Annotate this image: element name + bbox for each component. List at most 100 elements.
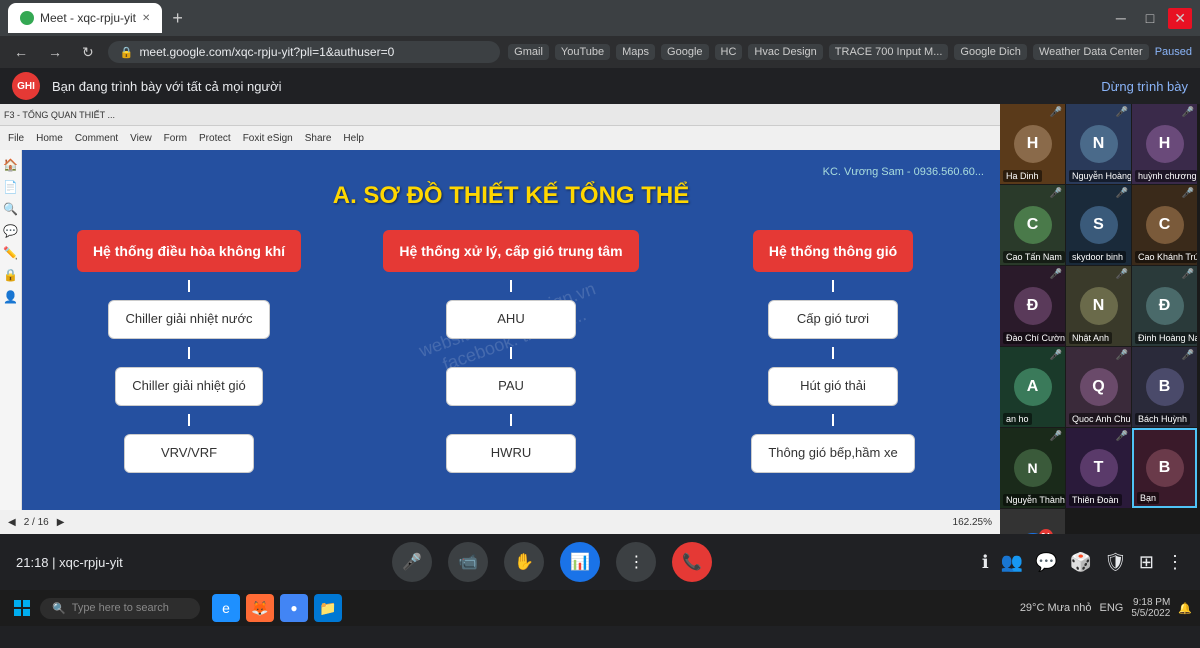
slide-title: A. SƠ ĐỒ THIẾT KẾ TỔNG THỂ xyxy=(38,182,984,210)
pdf-menu-comment[interactable]: Comment xyxy=(71,131,122,146)
grid-btn[interactable]: ⊞ xyxy=(1139,552,1154,573)
present-btn[interactable]: 📊 xyxy=(560,542,600,582)
meeting-sidebar-btns: ℹ 👥 💬 🎲 🛡 ⊞ ⋮ xyxy=(982,552,1184,573)
pdf-lock-icon[interactable]: 🔒 xyxy=(3,268,18,282)
pdf-bookmark-icon[interactable]: 📄 xyxy=(3,180,18,194)
name-thien-doan: Thiên Đoàn xyxy=(1069,494,1122,506)
group-avatar: H 34 xyxy=(1017,533,1049,534)
pdf-bottom-bar: ◀ 2 / 16 ▶ 162.25% xyxy=(0,510,1000,534)
taskbar-chrome[interactable]: ● xyxy=(280,594,308,622)
bookmark-google-dich[interactable]: Google Dich xyxy=(954,44,1027,60)
pdf-annotation-icon[interactable]: ✏️ xyxy=(3,246,18,260)
bookmark-youtube[interactable]: YouTube xyxy=(555,44,610,60)
pdf-filename: F3 - TỔNG QUAN THIẾT ... xyxy=(4,110,115,120)
name-quoc-anh: Quoc Anh Chu Đa... xyxy=(1069,413,1131,425)
taskbar-lang: ENG xyxy=(1100,602,1124,614)
col1-item1: Chiller giải nhiệt nước xyxy=(108,300,269,339)
forward-btn[interactable]: → xyxy=(42,42,68,62)
close-btn[interactable]: ✕ xyxy=(1168,8,1192,29)
pdf-sidebar: 🏠 📄 🔍 💬 ✏️ 🔒 👤 xyxy=(0,150,22,510)
participants-btn[interactable]: 👥 xyxy=(1001,552,1023,573)
taskbar-right: 29°C Mưa nhỏ ENG 9:18 PM 5/5/2022 🔔 xyxy=(1020,597,1192,619)
avatar-cao-tan-nam: C xyxy=(1014,206,1052,244)
more-btn[interactable]: ⋮ xyxy=(1166,552,1184,573)
taskbar-firefox[interactable]: 🦊 xyxy=(246,594,274,622)
reload-btn[interactable]: ↻ xyxy=(76,42,100,63)
video-cell-an-ho: A an ho 🎤 xyxy=(1000,347,1065,427)
bookmark-trace[interactable]: TRACE 700 Input M... xyxy=(829,44,949,60)
chat-btn[interactable]: 💬 xyxy=(1035,552,1057,573)
pdf-search-icon[interactable]: 🔍 xyxy=(3,202,18,216)
col3: Hệ thống thông gió Cấp gió tươi Hút gió … xyxy=(682,230,984,473)
more-options-btn[interactable]: ⋮ xyxy=(616,542,656,582)
search-icon: 🔍 xyxy=(52,602,66,615)
video-cell-huynh-chuong: H huỳnh chương 🎤 xyxy=(1132,104,1197,184)
end-call-btn[interactable]: 📞 xyxy=(672,542,712,582)
notification-bell[interactable]: 🔔 xyxy=(1178,602,1192,615)
page-info: 2 / 16 xyxy=(24,517,49,528)
main-content: F3 - TỔNG QUAN THIẾT ... File Home Comme… xyxy=(0,104,1200,534)
taskbar-left: 🔍 Type here to search e 🦊 ● 📁 xyxy=(8,594,342,622)
pdf-menu-protect[interactable]: Protect xyxy=(195,131,235,146)
diagram: Hệ thống điều hòa không khí Chiller giải… xyxy=(38,230,984,473)
meeting-controls: 🎤 📹 ✋ 📊 ⋮ 📞 xyxy=(392,542,712,582)
taskbar-weather: 29°C Mưa nhỏ xyxy=(1020,602,1092,614)
pdf-menu-form[interactable]: Form xyxy=(160,131,191,146)
tab-close-btn[interactable]: ✕ xyxy=(142,13,150,24)
mic-dao-chi-cuong: 🎤 xyxy=(1050,269,1062,280)
pdf-menu-home[interactable]: Home xyxy=(32,131,67,146)
taskbar-explorer[interactable]: 📁 xyxy=(314,594,342,622)
camera-toggle-btn[interactable]: 📹 xyxy=(448,542,488,582)
record-button[interactable]: GHI xyxy=(12,72,40,100)
prev-page-btn[interactable]: ◀ xyxy=(8,517,16,528)
name-nhat-anh: Nhật Anh xyxy=(1069,332,1112,344)
avatar-quoc-anh: Q xyxy=(1080,368,1118,406)
bookmark-maps[interactable]: Maps xyxy=(616,44,655,60)
video-row-2: C Cao Tấn Nam 🎤 S skydoor binh 🎤 C Cao K… xyxy=(1000,185,1200,265)
bookmark-google[interactable]: Google xyxy=(661,44,708,60)
browser-chrome: Meet - xqc-rpju-yit ✕ + ─ □ ✕ ← → ↻ 🔒 me… xyxy=(0,0,1200,68)
pdf-menu-view[interactable]: View xyxy=(126,131,156,146)
bookmark-hc[interactable]: HC xyxy=(715,44,743,60)
activities-btn[interactable]: 🎲 xyxy=(1070,552,1092,573)
mic-huynh-chuong: 🎤 xyxy=(1182,107,1194,118)
bookmark-hvac[interactable]: Hvac Design xyxy=(748,44,822,60)
name-skydoor: skydoor binh xyxy=(1069,251,1126,263)
minimize-btn[interactable]: ─ xyxy=(1110,8,1132,28)
emoji-btn[interactable]: ✋ xyxy=(504,542,544,582)
url-text: meet.google.com/xqc-rpju-yit?pli=1&authu… xyxy=(139,45,394,59)
pdf-menu-share[interactable]: Share xyxy=(301,131,336,146)
avatar-dao-chi-cuong: Đ xyxy=(1014,287,1052,325)
taskbar-search-box[interactable]: 🔍 Type here to search xyxy=(40,598,200,619)
pdf-menu-help[interactable]: Help xyxy=(339,131,368,146)
notification-bar: GHI Bạn đang trình bày với tất cả mọi ng… xyxy=(0,68,1200,104)
stop-presenting-btn[interactable]: Dừng trình bày xyxy=(1101,79,1188,94)
active-tab[interactable]: Meet - xqc-rpju-yit ✕ xyxy=(8,3,162,33)
new-tab-btn[interactable]: + xyxy=(166,8,189,29)
pdf-menu-file[interactable]: File xyxy=(4,131,28,146)
mic-bach-huynh: 🎤 xyxy=(1182,350,1194,361)
taskbar-edge[interactable]: e xyxy=(212,594,240,622)
bookmark-weather[interactable]: Weather Data Center xyxy=(1033,44,1149,60)
back-btn[interactable]: ← xyxy=(8,42,34,62)
mic-toggle-btn[interactable]: 🎤 xyxy=(392,542,432,582)
video-cell-16-nguoi-khac: H 34 16 người khác xyxy=(1000,509,1065,534)
pdf-comment-icon[interactable]: 💬 xyxy=(3,224,18,238)
pdf-menu-foxiteSign[interactable]: Foxit eSign xyxy=(239,131,297,146)
pdf-home-icon[interactable]: 🏠 xyxy=(3,158,18,172)
col2-connector xyxy=(510,280,512,292)
paused-indicator[interactable]: Paused xyxy=(1155,46,1192,58)
meet-favicon xyxy=(20,11,34,25)
info-btn[interactable]: ℹ xyxy=(982,552,989,573)
next-page-btn[interactable]: ▶ xyxy=(57,517,65,528)
safety-btn[interactable]: 🛡 xyxy=(1104,552,1127,573)
maximize-btn[interactable]: □ xyxy=(1140,8,1160,28)
pdf-person-icon[interactable]: 👤 xyxy=(3,290,18,304)
col3-connector3 xyxy=(832,414,834,426)
col1: Hệ thống điều hòa không khí Chiller giải… xyxy=(38,230,340,473)
pdf-viewer: F3 - TỔNG QUAN THIẾT ... File Home Comme… xyxy=(0,104,1000,534)
start-btn[interactable] xyxy=(8,594,36,622)
avatar-nguyen-hoang: N xyxy=(1080,125,1118,163)
url-field[interactable]: 🔒 meet.google.com/xqc-rpju-yit?pli=1&aut… xyxy=(108,41,500,63)
bookmark-gmail[interactable]: Gmail xyxy=(508,44,549,60)
